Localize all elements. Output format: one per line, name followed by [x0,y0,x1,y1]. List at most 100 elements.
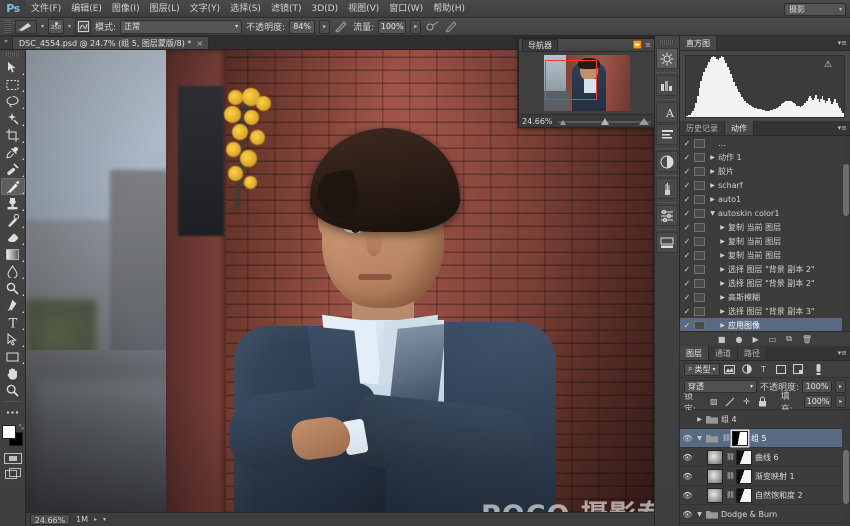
stop-icon[interactable]: ■ [718,335,726,344]
opacity-input[interactable]: 84% [289,20,315,34]
action-toggle-icon[interactable]: ✓ [680,251,694,260]
lock-all-icon[interactable] [756,395,769,408]
action-toggle-icon[interactable]: ✓ [680,209,694,218]
filter-power-icon[interactable] [812,363,826,376]
tab-history[interactable]: 历史记录 [680,121,725,135]
new-action-icon[interactable]: ⧉ [786,334,792,344]
layer-row[interactable]: 👁▼⛓组 5 [680,429,850,448]
eye-icon[interactable]: 👁 [680,472,695,481]
blend-mode-select[interactable]: 正常 ▾ [120,20,242,34]
disclosure-triangle-icon[interactable]: ▶ [717,238,728,245]
action-toggle-icon[interactable]: ✓ [680,167,694,176]
healing-brush-tool[interactable] [1,161,25,178]
layer-filter-select[interactable]: ⌕ 类型 ▾ [684,363,720,376]
action-row[interactable]: ✓▶高斯模糊 [680,290,850,304]
layer-row[interactable]: 👁▼Dodge & Burn [680,505,850,524]
menu-edit[interactable]: 编辑(E) [66,0,107,18]
action-toggle-icon[interactable]: ✓ [680,195,694,204]
pen-tool[interactable] [1,297,25,314]
action-dialog-toggle[interactable] [694,167,705,176]
hand-tool[interactable] [1,365,25,382]
tab-bar-grip[interactable]: ❞ [0,36,12,49]
brush-presets-panel-icon[interactable] [656,178,678,199]
action-row[interactable]: ✓… [680,136,850,150]
action-dialog-toggle[interactable] [694,181,705,190]
opacity-stepper[interactable]: ▸ [319,20,330,34]
brush-preset-icon[interactable] [15,20,37,34]
dock-grip[interactable] [660,40,674,45]
clone-stamp-tool[interactable] [1,195,25,212]
brush-panel-toggle-icon[interactable] [75,19,91,34]
type-tool[interactable]: T [1,314,25,331]
action-row[interactable]: ✓▼autoskin color1 [680,206,850,220]
flow-input[interactable]: 100% [378,20,406,34]
tablet-pressure-icon[interactable] [444,19,459,34]
pixel-filter-icon[interactable] [723,363,737,376]
options-bar-grip[interactable] [4,20,11,34]
zoom-in-icon[interactable] [639,118,649,125]
action-row[interactable]: ✓▶scharf [680,178,850,192]
status-chevron-icon[interactable]: ▸ [94,516,97,523]
panel-menu-icon[interactable]: ▾≡ [838,349,847,357]
actions-scroll-thumb[interactable] [843,164,849,216]
link-mask-icon[interactable]: ⛓ [725,472,736,480]
action-dialog-toggle[interactable] [694,139,705,148]
disclosure-triangle-icon[interactable]: ▶ [707,182,718,189]
adjustments-panel-icon[interactable] [656,48,678,69]
tab-paths[interactable]: 路径 [738,346,767,360]
action-toggle-icon[interactable]: ✓ [680,321,694,330]
adjustment-filter-icon[interactable] [740,363,754,376]
lock-position-icon[interactable]: ✛ [740,395,753,408]
action-dialog-toggle[interactable] [694,195,705,204]
menu-type[interactable]: 文字(Y) [185,0,226,18]
histogram-panel-menu[interactable]: ▾≡ [838,39,847,47]
lasso-tool[interactable] [1,93,25,110]
navigator-zoom-slider[interactable] [558,116,651,127]
new-group-icon[interactable]: ▭ [769,335,777,344]
disclosure-triangle-icon[interactable]: ▶ [717,280,728,287]
brush-size-indicator[interactable]: 250 [48,19,64,34]
adjustment-thumbnail[interactable] [707,469,723,484]
panel-menu-icon[interactable]: ▾≡ [838,124,847,132]
layer-mask-thumbnail[interactable] [736,488,752,503]
styles-panel-icon[interactable] [656,75,678,96]
layer-opacity-input[interactable]: 100% [802,380,832,393]
action-toggle-icon[interactable]: ✓ [680,223,694,232]
action-row[interactable]: ✓▶复制 当前 图层 [680,234,850,248]
disclosure-triangle-icon[interactable]: ▼ [707,210,718,217]
action-dialog-toggle[interactable] [694,209,705,218]
zoom-out-icon[interactable] [560,120,566,125]
layer-blend-mode-select[interactable]: 穿透 ▾ [684,380,757,393]
menu-select[interactable]: 选择(S) [225,0,266,18]
lock-image-icon[interactable] [723,395,736,408]
path-selection-tool[interactable] [1,331,25,348]
disclosure-triangle-icon[interactable]: ▶ [717,266,728,273]
disclosure-triangle-icon[interactable]: ▶ [717,252,728,259]
eye-icon[interactable]: 👁 [680,453,695,462]
action-toggle-icon[interactable]: ✓ [680,153,694,162]
layers-scrollbar[interactable] [842,410,850,526]
paragraph-panel-icon[interactable] [656,124,678,145]
shape-tool[interactable] [1,348,25,365]
histogram-warning-icon[interactable]: ⚠ [824,60,832,70]
action-dialog-toggle[interactable] [694,237,705,246]
dodge-tool[interactable] [1,280,25,297]
tools-panel-grip[interactable] [6,52,20,57]
layer-fill-input[interactable]: 100% [804,395,833,408]
disclosure-triangle-icon[interactable]: ▼ [695,435,704,442]
action-toggle-icon[interactable]: ✓ [680,293,694,302]
layer-mask-thumbnail[interactable] [732,431,748,446]
quick-select-tool[interactable] [1,110,25,127]
action-dialog-toggle[interactable] [694,251,705,260]
layer-row[interactable]: 👁⛓自然饱和度 2 [680,486,850,505]
action-row[interactable]: ✓▶胶片 [680,164,850,178]
flow-stepper[interactable]: ▸ [410,20,421,34]
menu-help[interactable]: 帮助(H) [428,0,470,18]
color-swatches[interactable]: ⤡ [1,424,25,448]
status-menu-icon[interactable]: ▾ [103,516,106,523]
delete-icon[interactable]: 🗑 [802,335,812,344]
airbrush-icon[interactable] [425,19,440,34]
eye-icon[interactable]: 👁 [680,491,695,500]
actions-scrollbar[interactable] [842,136,850,331]
menu-layer[interactable]: 图层(L) [145,0,185,18]
